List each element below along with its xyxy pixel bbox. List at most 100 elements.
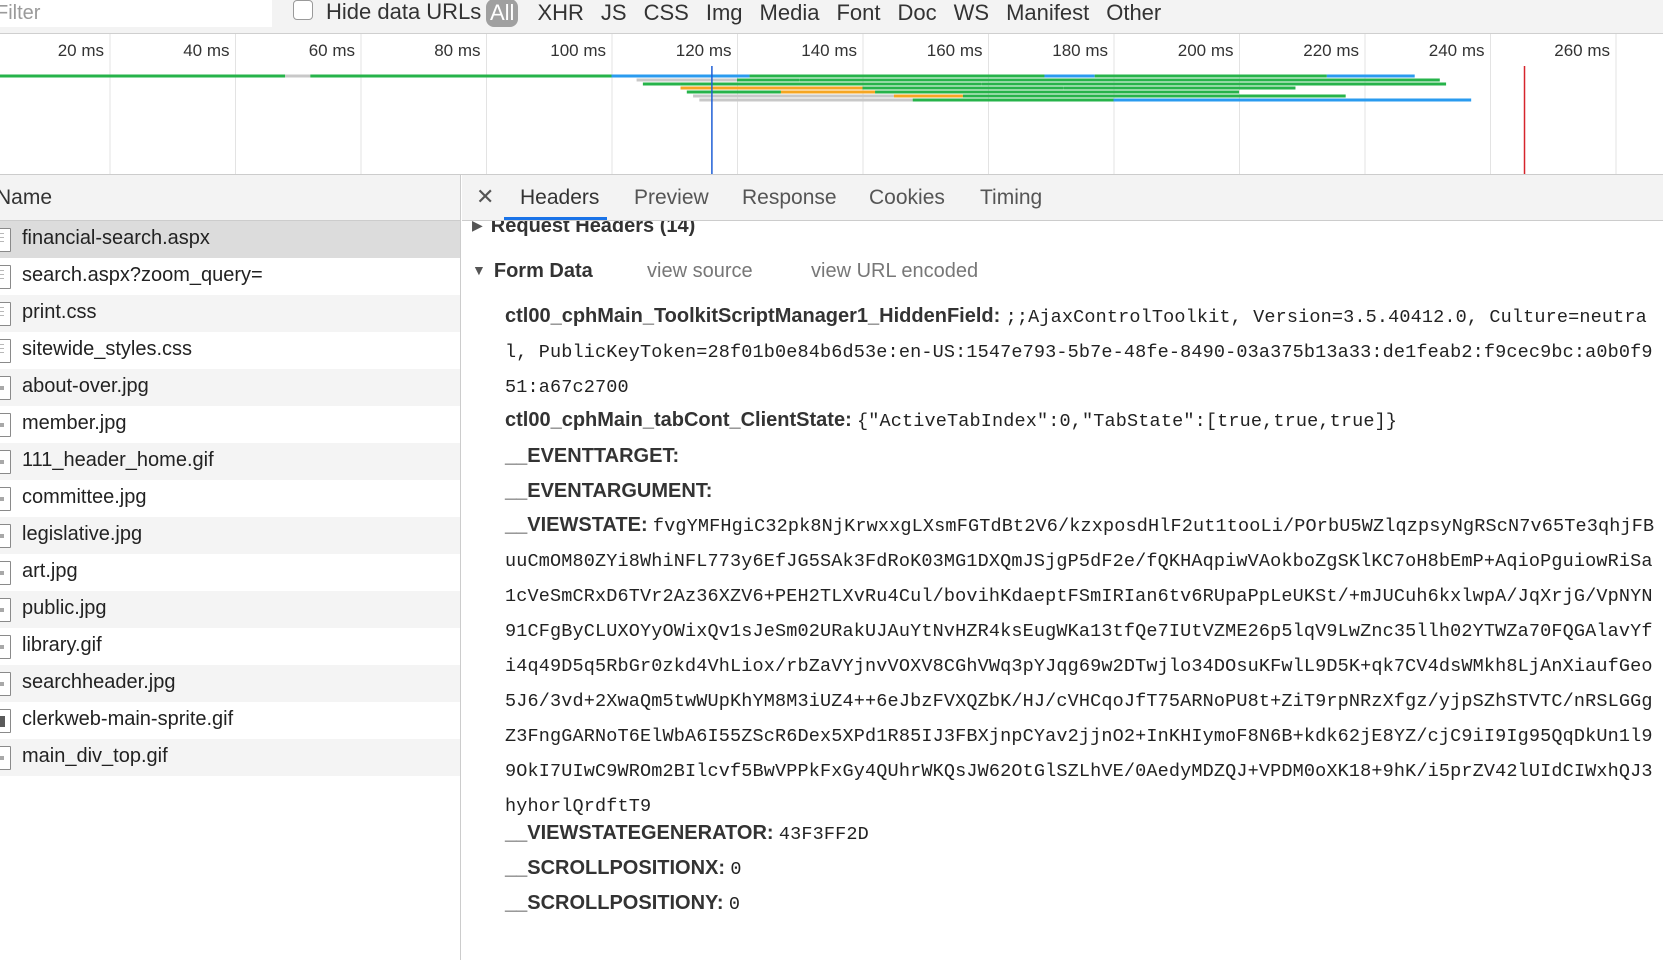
request-name: clerkweb-main-sprite.gif <box>22 708 234 730</box>
form-data-key: __SCROLLPOSITIONY: <box>505 892 724 914</box>
image-icon <box>0 672 11 696</box>
form-data-value[interactable]: 0 <box>730 859 741 880</box>
request-name: about-over.jpg <box>22 375 149 397</box>
timeline-tick-label: 40 ms <box>183 41 229 60</box>
resource-type-filters: All XHR JS CSS Img Media Font Doc WS Manifest Othe… <box>486 0 1178 28</box>
image-icon <box>0 524 11 548</box>
request-row[interactable]: print.css <box>0 295 460 332</box>
request-row[interactable]: member.jpg <box>0 406 460 443</box>
tab-timing[interactable]: Timing <box>980 186 1042 210</box>
request-name: searchheader.jpg <box>22 671 176 693</box>
document-icon <box>0 265 11 289</box>
tab-cookies[interactable]: Cookies <box>869 186 945 210</box>
request-headers-section-toggle[interactable]: ▶ Request Headers (14) <box>472 221 695 238</box>
request-name: library.gif <box>22 634 102 656</box>
timeline-tick-label: 200 ms <box>1178 41 1234 60</box>
form-data-section-toggle[interactable]: ▼ Form Data <box>472 260 593 283</box>
form-data-title: Form Data <box>493 260 593 282</box>
timeline-tick-label: 140 ms <box>801 41 857 60</box>
timeline-tick-label: 20 ms <box>58 41 104 60</box>
timeline-tick-label: 100 ms <box>550 41 606 60</box>
filter-input[interactable] <box>0 0 272 27</box>
form-data-key: __EVENTARGUMENT: <box>505 480 713 502</box>
form-data-entry: ctl00_cphMain_ToolkitScriptManager1_Hidd… <box>505 299 1655 405</box>
expanded-triangle-icon: ▼ <box>472 262 486 278</box>
request-timing-bar <box>1044 74 1095 78</box>
request-timing-bar <box>737 94 894 98</box>
form-data-value[interactable]: 0 <box>729 894 740 915</box>
timeline-tick-label: 220 ms <box>1303 41 1359 60</box>
request-name: financial-search.aspx <box>22 227 210 249</box>
filter-other-button[interactable]: Other <box>1106 0 1161 26</box>
filter-font-button[interactable]: Font <box>836 0 880 26</box>
filter-ws-button[interactable]: WS <box>954 0 989 26</box>
headers-content: ▶ Request Headers (14) ▼ Form Data view so… <box>462 221 1663 960</box>
timeline-overview[interactable]: 20 ms 40 ms 60 ms 80 ms 100 ms 120 ms 140 ms 16… <box>0 34 1663 175</box>
hide-data-urls-checkbox[interactable] <box>293 0 313 20</box>
filter-css-button[interactable]: CSS <box>644 0 689 26</box>
filter-all-button[interactable]: All <box>486 0 519 27</box>
image-icon <box>0 635 11 659</box>
view-url-encoded-link[interactable]: view URL encoded <box>811 260 978 283</box>
request-row[interactable]: searchheader.jpg <box>0 665 460 702</box>
request-timing-bar <box>737 78 800 82</box>
request-row[interactable]: art.jpg <box>0 554 460 591</box>
filter-img-button[interactable]: Img <box>706 0 743 26</box>
form-data-entry: __SCROLLPOSITIONX: 0 <box>505 851 1655 887</box>
timeline-tick-label: 260 ms <box>1554 41 1610 60</box>
request-row[interactable]: about-over.jpg <box>0 369 460 406</box>
sprite-icon <box>0 709 11 733</box>
request-name: public.jpg <box>22 597 107 619</box>
request-name: sitewide_styles.css <box>22 338 193 360</box>
form-data-value[interactable]: 43F3FF2D <box>779 824 869 845</box>
image-icon <box>0 746 11 770</box>
image-icon <box>0 598 11 622</box>
name-column-header[interactable]: Name <box>0 175 460 221</box>
request-timing-bar <box>699 98 913 102</box>
timeline-tick-label: 60 ms <box>309 41 355 60</box>
request-timing-bar <box>780 90 876 94</box>
form-data-value[interactable]: fvgYMFHgiC32pk8NjKrwxxgLXsmFGTdBt2V6/kzx… <box>505 516 1654 817</box>
request-name: member.jpg <box>22 412 127 434</box>
request-timing-bar <box>680 82 982 86</box>
filter-media-button[interactable]: Media <box>760 0 820 26</box>
hide-data-urls-label[interactable]: Hide data URLs <box>326 0 481 25</box>
request-row[interactable]: clerkweb-main-sprite.gif <box>0 702 460 739</box>
filter-manifest-button[interactable]: Manifest <box>1006 0 1089 26</box>
document-icon <box>0 228 11 252</box>
name-column-label: Name <box>0 186 53 209</box>
form-data-key: __VIEWSTATEGENERATOR: <box>505 822 774 844</box>
network-filter-toolbar: Hide data URLs All XHR JS CSS Img Media Font Do… <box>0 0 1663 34</box>
request-details-panel: ✕ Headers Preview Response Cookies Timin… <box>462 175 1663 960</box>
request-timing-bar <box>285 74 311 78</box>
form-data-entry: ctl00_cphMain_tabCont_ClientState: {"Act… <box>505 403 1655 439</box>
request-row[interactable]: main_div_top.gif <box>0 739 460 776</box>
form-data-key: __SCROLLPOSITIONX: <box>505 857 726 879</box>
filter-doc-button[interactable]: Doc <box>897 0 936 26</box>
request-timing-bar <box>893 94 963 98</box>
form-data-key: __EVENTTARGET: <box>505 445 680 467</box>
form-data-value[interactable]: {"ActiveTabIndex":0,"TabState":[true,tru… <box>857 411 1397 432</box>
close-details-icon[interactable]: ✕ <box>476 184 494 210</box>
request-row[interactable]: library.gif <box>0 628 460 665</box>
request-name: print.css <box>22 301 97 323</box>
view-source-link[interactable]: view source <box>647 260 753 283</box>
tab-response[interactable]: Response <box>742 186 837 210</box>
request-row[interactable]: legislative.jpg <box>0 517 460 554</box>
request-timing-bar <box>611 74 750 78</box>
filter-xhr-button[interactable]: XHR <box>537 0 583 26</box>
request-row[interactable]: public.jpg <box>0 591 460 628</box>
request-row[interactable]: sitewide_styles.css <box>0 332 460 369</box>
tab-preview[interactable]: Preview <box>634 186 709 210</box>
request-row[interactable]: search.aspx?zoom_query= <box>0 258 460 295</box>
filter-js-button[interactable]: JS <box>601 0 627 26</box>
request-timing-bar <box>799 78 1440 82</box>
request-timing-bar <box>1063 86 1296 90</box>
request-row[interactable]: financial-search.aspx <box>0 221 460 258</box>
tab-headers[interactable]: Headers <box>520 186 599 210</box>
request-timing-bar <box>1326 74 1415 78</box>
request-row[interactable]: committee.jpg <box>0 480 460 517</box>
request-name: search.aspx?zoom_query= <box>22 264 263 286</box>
timeline-tick-label: 160 ms <box>927 41 983 60</box>
request-row[interactable]: 111_header_home.gif <box>0 443 460 480</box>
